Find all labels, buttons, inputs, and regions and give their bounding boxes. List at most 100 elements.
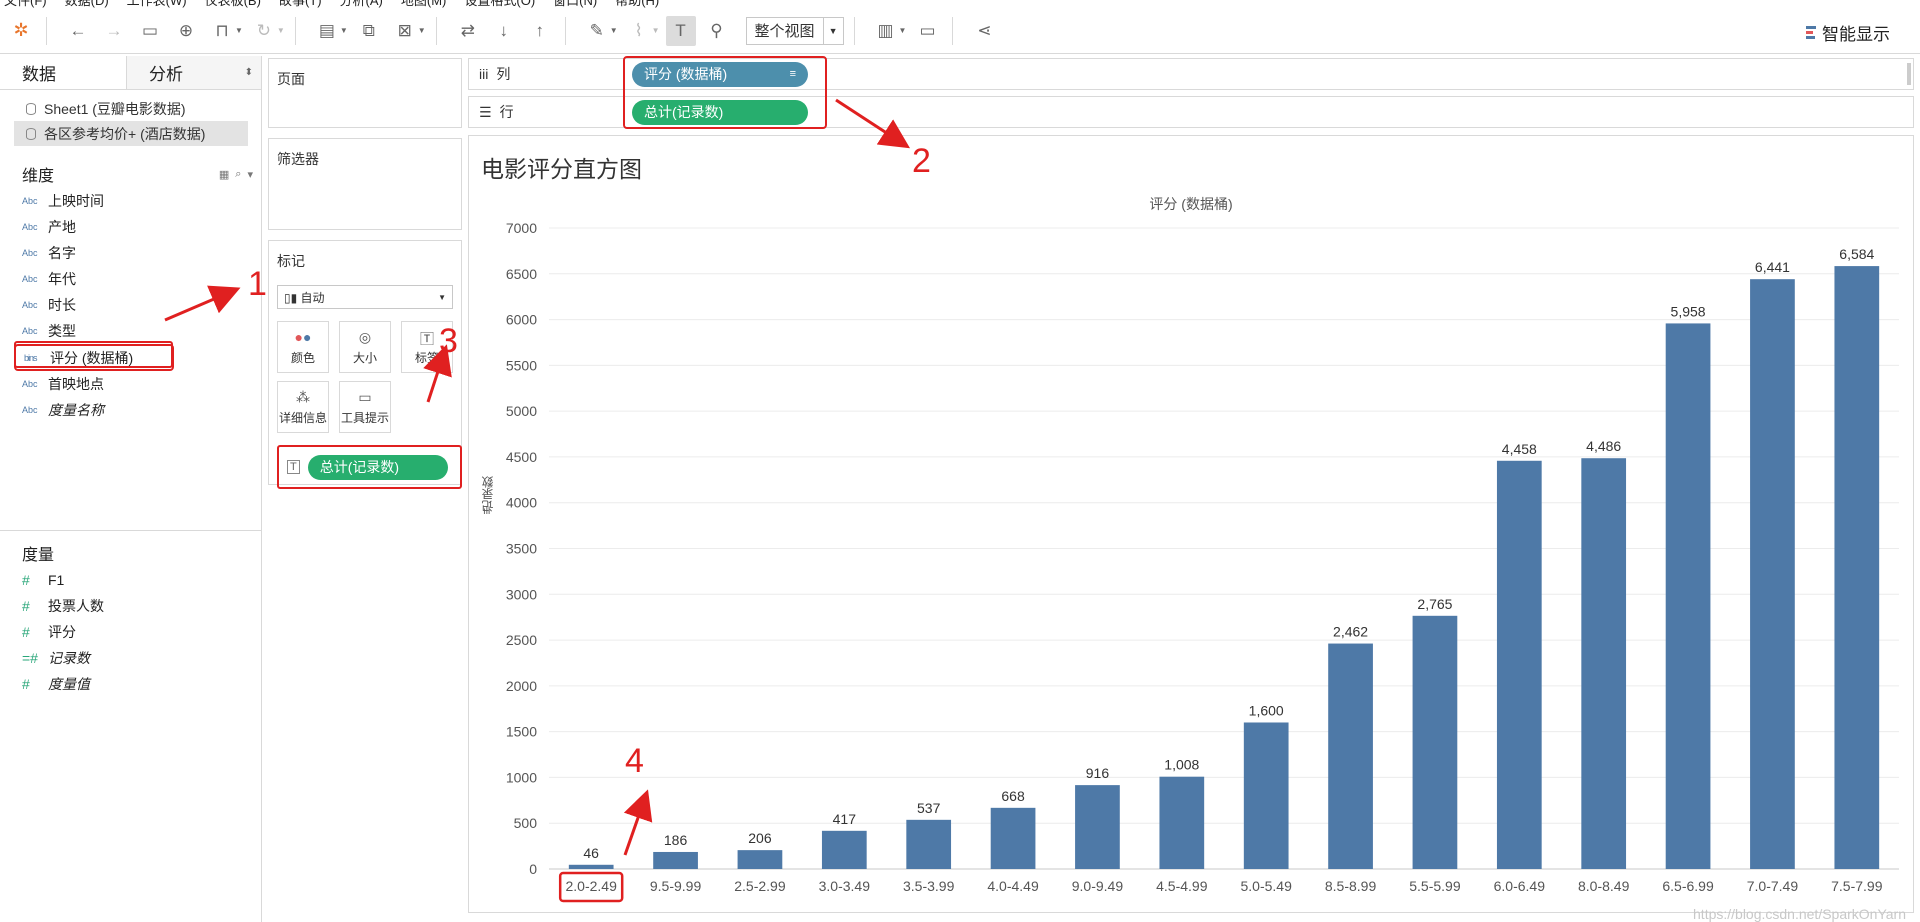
filters-card[interactable]: 筛选器 bbox=[268, 138, 462, 230]
dimension-field[interactable]: Abc 名字 bbox=[0, 240, 261, 266]
chevron-down-icon[interactable]: ▼ bbox=[418, 26, 426, 35]
swap-rows-columns-icon[interactable]: ⇄ bbox=[453, 16, 483, 46]
string-icon: Abc bbox=[22, 300, 38, 310]
menu-item[interactable]: 文件(F) bbox=[4, 0, 47, 8]
toolbar-divider bbox=[853, 16, 855, 45]
watermark: https://blog.csdn.net/SparkOnYarn bbox=[1693, 906, 1906, 922]
data-sources: Sheet1 (豆瓣电影数据) 各区参考均价+ (酒店数据) bbox=[0, 90, 261, 146]
y-tick-label: 500 bbox=[514, 815, 538, 831]
group-icon[interactable]: ⌇ bbox=[624, 16, 654, 46]
bar bbox=[1328, 643, 1373, 869]
sort-ascending-icon[interactable]: ↓ bbox=[489, 16, 519, 46]
chevron-down-icon[interactable]: ▼ bbox=[652, 26, 660, 35]
share-icon[interactable]: ⋖ bbox=[969, 16, 999, 46]
y-tick-label: 4500 bbox=[506, 449, 537, 465]
show-cards-icon[interactable]: ▥ bbox=[871, 16, 901, 46]
tableau-logo-icon[interactable]: ✲ bbox=[6, 16, 36, 46]
pause-update-icon[interactable]: ⊓ bbox=[207, 16, 237, 46]
new-worksheet-icon[interactable]: ▤ bbox=[312, 16, 342, 46]
chevron-down-icon: ▼ bbox=[438, 292, 446, 302]
menu-item[interactable]: 窗口(N) bbox=[553, 0, 597, 8]
color-button[interactable]: ●● 颜色 bbox=[277, 321, 329, 373]
tab-data[interactable]: 数据 bbox=[0, 56, 126, 89]
y-tick-label: 4000 bbox=[506, 495, 537, 511]
highlight-icon[interactable]: ✎ bbox=[582, 16, 612, 46]
scrollbar[interactable] bbox=[1907, 63, 1911, 85]
measure-field[interactable]: # 投票人数 bbox=[0, 593, 261, 619]
measure-field[interactable]: # 评分 bbox=[0, 619, 261, 645]
chevron-down-icon[interactable]: ▾ bbox=[247, 168, 253, 181]
search-icon[interactable]: ⌕ bbox=[235, 168, 241, 181]
menu-item[interactable]: 分析(A) bbox=[340, 0, 383, 8]
datasource-item[interactable]: Sheet1 (豆瓣电影数据) bbox=[14, 96, 261, 121]
view-fit-select[interactable]: 整个视图 ▼ bbox=[745, 16, 844, 45]
show-me-button[interactable]: 智能显示 bbox=[1806, 20, 1890, 45]
menu-item[interactable]: 设置格式(O) bbox=[464, 0, 535, 8]
tab-analysis[interactable]: 分析 ⬍ bbox=[126, 56, 261, 89]
refresh-icon[interactable]: ↻ bbox=[249, 16, 279, 46]
label-pill[interactable]: 总计(记录数) bbox=[307, 454, 448, 480]
y-tick-label: 0 bbox=[529, 861, 537, 877]
presentation-mode-icon[interactable]: ▭ bbox=[912, 16, 942, 46]
menu-item[interactable]: 帮助(H) bbox=[615, 0, 659, 8]
detail-label: 详细信息 bbox=[278, 410, 327, 425]
chevron-down-icon[interactable]: ▼ bbox=[340, 26, 348, 35]
number-icon: =# bbox=[22, 650, 38, 666]
bar bbox=[1581, 458, 1627, 869]
dimension-field[interactable]: Abc 时长 bbox=[0, 292, 261, 318]
sort-descending-icon[interactable]: ↑ bbox=[525, 16, 555, 46]
field-label: F1 bbox=[48, 572, 65, 588]
menu-item[interactable]: 地图(M) bbox=[401, 0, 447, 8]
bar-value-label: 46 bbox=[583, 845, 599, 861]
menu-item[interactable]: 数据(D) bbox=[65, 0, 109, 8]
menu-item[interactable]: 故事(T) bbox=[279, 0, 322, 8]
bar-chart: 0 500 1000 1500 2000 2500 3000 3500 4000 4500 5000… bbox=[506, 220, 1899, 903]
pin-axes-icon[interactable]: ⚲ bbox=[702, 16, 732, 46]
bar-value-label: 206 bbox=[748, 830, 772, 846]
y-tick-label: 1500 bbox=[506, 724, 537, 740]
chevron-down-icon[interactable]: ▼ bbox=[610, 26, 618, 35]
bar bbox=[737, 850, 783, 869]
x-tick-label: 6.5-6.99 bbox=[1662, 878, 1714, 894]
y-tick-label: 5500 bbox=[506, 357, 537, 373]
view-toggle-icon[interactable]: ▦ bbox=[219, 168, 229, 181]
undo-icon[interactable]: ← bbox=[63, 16, 93, 46]
bar-value-label: 6,441 bbox=[1755, 259, 1790, 275]
chevron-down-icon[interactable]: ▼ bbox=[899, 26, 907, 35]
detail-button[interactable]: ⁂ 详细信息 bbox=[277, 381, 329, 433]
new-datasource-icon[interactable]: ⊕ bbox=[171, 16, 201, 46]
bar-value-label: 417 bbox=[833, 811, 857, 827]
tooltip-button[interactable]: ▭ 工具提示 bbox=[339, 381, 391, 433]
number-icon: # bbox=[22, 598, 30, 614]
dimension-field[interactable]: Abc 年代 bbox=[0, 266, 261, 292]
measure-field[interactable]: # 度量值 bbox=[0, 671, 261, 697]
redo-icon[interactable]: → bbox=[99, 16, 129, 46]
number-icon: # bbox=[22, 676, 30, 692]
dimension-field[interactable]: Abc 首映地点 bbox=[0, 371, 261, 397]
bar bbox=[568, 864, 614, 869]
chevron-down-icon[interactable]: ▼ bbox=[277, 26, 285, 35]
size-icon: ◎ bbox=[358, 328, 372, 345]
annotation-number-2: 2 bbox=[912, 142, 931, 180]
show-labels-icon[interactable]: T bbox=[665, 15, 696, 46]
string-icon: Abc bbox=[22, 196, 38, 206]
chevron-down-icon[interactable]: ▼ bbox=[235, 26, 243, 35]
size-button[interactable]: ◎ 大小 bbox=[339, 321, 391, 373]
dimension-field[interactable]: Abc 上映时间 bbox=[0, 188, 261, 214]
duplicate-sheet-icon[interactable]: ⧉ bbox=[354, 16, 384, 46]
datasource-item-selected[interactable]: 各区参考均价+ (酒店数据) bbox=[14, 121, 248, 146]
bar-value-label: 1,600 bbox=[1249, 702, 1284, 718]
size-label: 大小 bbox=[352, 350, 377, 365]
bar bbox=[906, 819, 952, 869]
save-icon[interactable]: ▭ bbox=[135, 16, 165, 46]
dimension-field[interactable]: Abc 度量名称 bbox=[0, 397, 261, 423]
menu-item[interactable]: 工作表(W) bbox=[127, 0, 187, 8]
bar bbox=[1075, 785, 1120, 869]
measure-field[interactable]: # F1 bbox=[0, 567, 261, 593]
measure-field[interactable]: =# 记录数 bbox=[0, 645, 261, 671]
menu-item[interactable]: 仪表板(B) bbox=[205, 0, 261, 8]
clear-sheet-icon[interactable]: ⊠ bbox=[390, 16, 420, 46]
dimension-field[interactable]: Abc 产地 bbox=[0, 214, 261, 240]
pages-card[interactable]: 页面 bbox=[268, 58, 462, 128]
mark-type-select[interactable]: ▯▮ 自动 ▼ bbox=[277, 285, 453, 309]
